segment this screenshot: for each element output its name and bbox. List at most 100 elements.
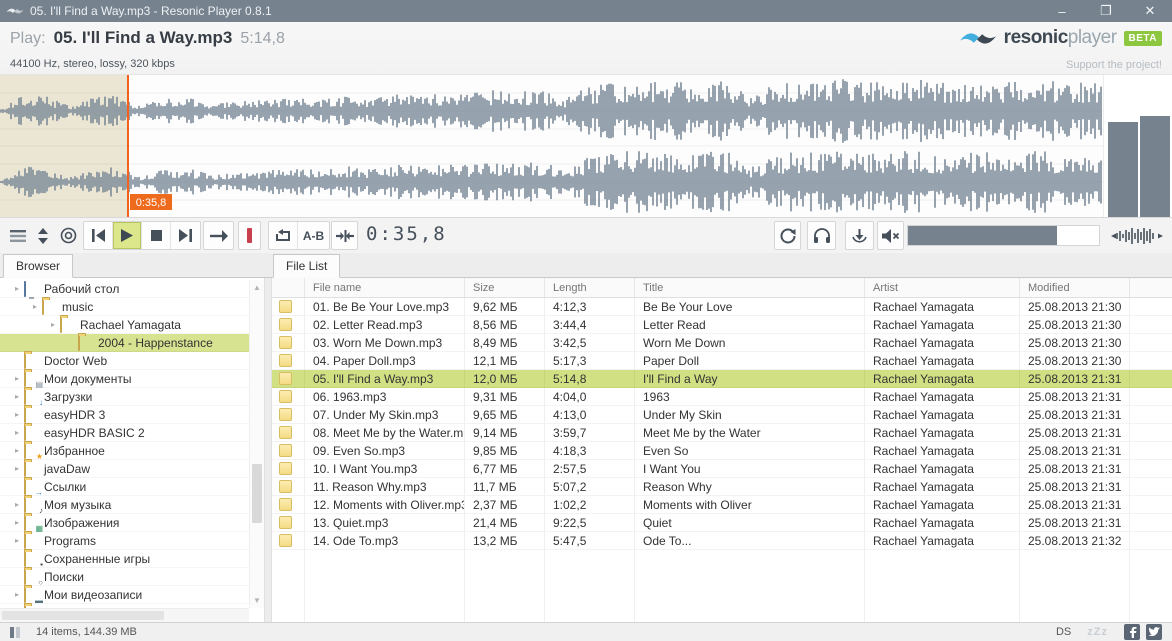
expander-icon[interactable]: ▸	[10, 428, 24, 437]
playlist-menu-button[interactable]	[5, 221, 31, 250]
stop-button[interactable]	[142, 222, 171, 249]
loop-button[interactable]	[269, 222, 298, 249]
table-row[interactable]: 06. 1963.mp39,31 МБ4:04,01963Rachael Yam…	[272, 388, 1172, 406]
table-row[interactable]: 03. Worn Me Down.mp38,49 МБ3:42,5Worn Me…	[272, 334, 1172, 352]
expander-icon[interactable]: ▸	[10, 392, 24, 401]
folder-search-icon: ○	[24, 570, 44, 584]
tree-item[interactable]: ▸★Избранное	[0, 442, 249, 460]
expander-icon[interactable]: ▸	[10, 284, 24, 293]
tab-file-list[interactable]: File List	[273, 254, 340, 278]
tree-horizontal-scrollbar[interactable]	[0, 608, 249, 622]
table-row[interactable]: 01. Be Be Your Love.mp39,62 МБ4:12,3Be B…	[272, 298, 1172, 316]
table-row[interactable]: 09. Even So.mp39,85 МБ4:18,3Even SoRacha…	[272, 442, 1172, 460]
next-track-button[interactable]	[171, 222, 200, 249]
scroll-up-icon[interactable]: ▲	[250, 283, 264, 292]
tree-item[interactable]: ▸▦Изображения	[0, 514, 249, 532]
scrollbar-thumb[interactable]	[252, 464, 262, 523]
scroll-down-icon[interactable]: ▼	[250, 596, 264, 605]
table-row[interactable]: 14. Ode To.mp313,2 МБ5:47,5Ode To...Rach…	[272, 532, 1172, 550]
close-button[interactable]: ✕	[1128, 3, 1172, 19]
expander-icon[interactable]: ▸	[10, 500, 24, 509]
cell-artist: Rachael Yamagata	[865, 370, 1020, 388]
tree-item[interactable]: ▸Programs	[0, 532, 249, 550]
cell-length: 3:59,7	[545, 424, 635, 442]
table-row[interactable]: 08. Meet Me by the Water.mp39,14 МБ3:59,…	[272, 424, 1172, 442]
twitter-button[interactable]	[1146, 624, 1162, 640]
expander-icon[interactable]: ▸	[10, 518, 24, 527]
maximize-button[interactable]: ❐	[1084, 3, 1128, 19]
waveform-display[interactable]: 0:35,8	[0, 75, 1103, 217]
expander-icon[interactable]: ▸	[46, 320, 60, 329]
track-focus-button[interactable]	[55, 221, 81, 250]
continue-mode-button[interactable]	[203, 221, 234, 250]
table-row[interactable]: 11. Reason Why.mp311,7 МБ5:07,2Reason Wh…	[272, 478, 1172, 496]
tree-item[interactable]: ▸♪Моя музыка	[0, 496, 249, 514]
play-button[interactable]	[113, 222, 142, 249]
support-link[interactable]: Support the project!	[1066, 59, 1162, 71]
tree-item[interactable]: ○Поиски	[0, 568, 249, 586]
cell-title: I'll Find a Way	[635, 370, 865, 388]
table-row[interactable]: 07. Under My Skin.mp39,65 МБ4:13,0Under …	[272, 406, 1172, 424]
column-header[interactable]	[1130, 278, 1172, 297]
tree-vertical-scrollbar[interactable]: ▲ ▼	[249, 280, 264, 608]
seek-to-playhead-button[interactable]	[331, 221, 358, 250]
expander-icon[interactable]: ▸	[10, 374, 24, 383]
cell-modified: 25.08.2013 21:31	[1020, 478, 1130, 496]
table-row[interactable]: 10. I Want You.mp36,77 МБ2:57,5I Want Yo…	[272, 460, 1172, 478]
mute-button[interactable]	[877, 221, 904, 250]
expander-icon[interactable]: ▸	[28, 302, 42, 311]
column-header[interactable]: Length	[545, 278, 635, 297]
column-header[interactable]: Artist	[865, 278, 1020, 297]
table-row[interactable]: 05. I'll Find a Way.mp312,0 МБ5:14,8I'll…	[272, 370, 1172, 388]
ab-loop-button[interactable]: A-B	[298, 222, 329, 249]
table-row[interactable]: 12. Moments with Oliver.mp32,37 МБ1:02,2…	[272, 496, 1172, 514]
tree-item[interactable]: ▸▤Мои документы	[0, 370, 249, 388]
table-row[interactable]: 13. Quiet.mp321,4 МБ9:22,5QuietRachael Y…	[272, 514, 1172, 532]
column-header[interactable]	[272, 278, 305, 297]
tree-item[interactable]: ▪Сохраненные игры	[0, 550, 249, 568]
tree-item[interactable]: 2004 - Happenstance	[0, 334, 249, 352]
scrollbar-thumb[interactable]	[2, 611, 164, 620]
tree-item[interactable]: ▸Rachael Yamagata	[0, 316, 249, 334]
tree-item[interactable]: →Ссылки	[0, 478, 249, 496]
panel-splitter[interactable]	[264, 278, 272, 622]
sort-order-button[interactable]	[34, 221, 52, 250]
expander-icon[interactable]: ▸	[10, 464, 24, 473]
folder-icon	[24, 354, 44, 368]
folder-video-icon: ▬	[24, 588, 44, 602]
column-header[interactable]: Title	[635, 278, 865, 297]
tree-item[interactable]: ▸Рабочий стол	[0, 280, 249, 298]
tree-item[interactable]: ▸easyHDR BASIC 2	[0, 424, 249, 442]
tree-item-label: Ссылки	[44, 480, 86, 494]
column-header[interactable]: Modified	[1020, 278, 1130, 297]
expander-icon[interactable]: ▸	[10, 590, 24, 599]
facebook-button[interactable]	[1124, 624, 1140, 640]
waveform-area[interactable]: 0:35,8	[0, 75, 1172, 218]
column-header[interactable]: File name	[305, 278, 465, 297]
volume-slider[interactable]	[907, 225, 1100, 246]
download-button[interactable]	[845, 221, 874, 250]
expander-icon[interactable]: ▸	[10, 446, 24, 455]
tree-item[interactable]: ▸easyHDR 3	[0, 406, 249, 424]
tree-item[interactable]: ▸↓Загрузки	[0, 388, 249, 406]
expander-icon[interactable]: ▸	[10, 410, 24, 419]
previous-track-button[interactable]	[84, 222, 113, 249]
tree-item[interactable]: ▸javaDaw	[0, 460, 249, 478]
headphones-button[interactable]	[807, 221, 836, 250]
tree-item[interactable]: ▸▬Мои видеозаписи	[0, 586, 249, 604]
tree-item[interactable]: ▸music	[0, 298, 249, 316]
expander-icon[interactable]: ▸	[10, 536, 24, 545]
ds-indicator[interactable]: DS	[1056, 626, 1071, 638]
table-row[interactable]: 04. Paper Doll.mp312,1 МБ5:17,3Paper Dol…	[272, 352, 1172, 370]
waveform-zoom-button[interactable]	[1108, 221, 1166, 250]
sleep-mode-indicator[interactable]: zZz	[1087, 626, 1108, 638]
tree-item[interactable]: Doctor Web	[0, 352, 249, 370]
replay-button[interactable]	[774, 221, 801, 250]
minimize-button[interactable]: –	[1040, 4, 1084, 19]
tab-browser[interactable]: Browser	[3, 254, 73, 278]
file-type-icon	[272, 298, 305, 316]
table-row[interactable]: 02. Letter Read.mp38,56 МБ3:44,4Letter R…	[272, 316, 1172, 334]
column-header[interactable]: Size	[465, 278, 545, 297]
folder-doc-icon: ▤	[24, 372, 44, 386]
stop-after-track-button[interactable]	[238, 221, 261, 250]
